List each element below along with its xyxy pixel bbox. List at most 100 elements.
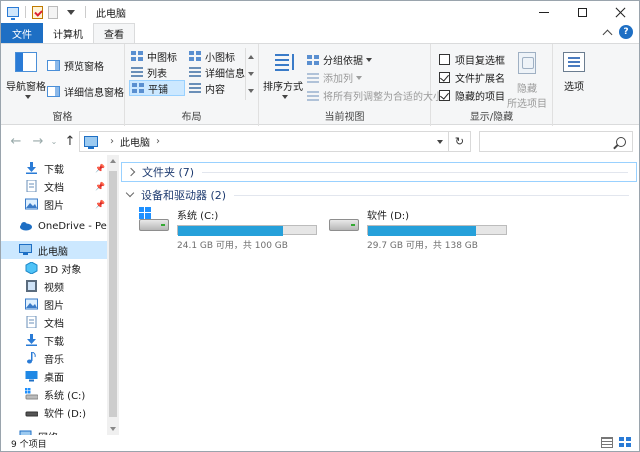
options-icon xyxy=(563,52,585,72)
options-label: 选项 xyxy=(564,82,584,93)
nav-item-label: 此电脑 xyxy=(38,246,68,258)
add-column-button[interactable]: 添加列 xyxy=(307,70,362,85)
nav-pane-scrollbar[interactable] xyxy=(107,155,119,435)
nav-item-this-pc[interactable]: 此电脑 xyxy=(1,241,107,259)
drive-tile-c[interactable]: 系统 (C:) 24.1 GB 可用，共 100 GB xyxy=(137,207,317,251)
layout-gallery-scroll[interactable] xyxy=(245,48,255,100)
minimize-button[interactable] xyxy=(525,1,563,23)
nav-item-pictures-pc[interactable]: 图片 xyxy=(1,295,107,313)
layout-medium-icons[interactable]: 中图标 xyxy=(129,48,179,64)
search-box[interactable] xyxy=(479,131,633,152)
hide-selected-button[interactable]: 隐藏 所选项目 xyxy=(507,52,547,110)
title-bar: 此电脑 xyxy=(1,1,639,23)
address-history-button[interactable] xyxy=(428,132,448,151)
chevron-down-icon xyxy=(356,75,362,80)
layout-tiles[interactable]: 平铺 xyxy=(129,80,185,96)
nav-pane-button[interactable]: 导航窗格 xyxy=(6,52,46,99)
item-count: 9 个项目 xyxy=(11,439,47,450)
nav-item-music[interactable]: 音乐 xyxy=(1,349,107,367)
ribbon-tabs: 文件 计算机 查看 ? xyxy=(1,23,639,43)
windows-logo-icon xyxy=(139,207,151,219)
tab-computer[interactable]: 计算机 xyxy=(43,23,93,43)
file-extensions-toggle[interactable]: 文件扩展名 xyxy=(439,70,505,85)
group-by-button[interactable]: 分组依据 xyxy=(307,52,372,67)
breadcrumb-separator[interactable]: › xyxy=(156,136,160,147)
layout-item-label: 中图标 xyxy=(147,52,177,64)
item-checkboxes-toggle[interactable]: 项目复选框 xyxy=(439,52,505,67)
help-icon[interactable]: ? xyxy=(619,25,633,39)
pin-icon[interactable]: 📌 xyxy=(95,182,105,191)
scroll-up-icon xyxy=(247,54,254,59)
close-icon xyxy=(615,7,626,18)
scroll-down-icon[interactable] xyxy=(110,427,116,431)
group-caption: 显示/隐藏 xyxy=(469,112,514,123)
layout-details[interactable]: 详细信息 xyxy=(187,64,247,80)
breadcrumb-separator[interactable]: › xyxy=(110,136,114,147)
nav-item-documents-pc[interactable]: 文档 xyxy=(1,313,107,331)
address-bar[interactable]: › 此电脑 › ↻ xyxy=(79,131,471,152)
file-extensions-label: 文件扩展名 xyxy=(455,74,505,85)
add-column-label: 添加列 xyxy=(323,74,353,85)
drive-d-icon xyxy=(25,406,39,418)
properties-icon[interactable] xyxy=(32,5,43,19)
new-folder-icon[interactable] xyxy=(48,5,58,19)
chevron-down-icon xyxy=(24,95,31,99)
scroll-up-icon[interactable] xyxy=(110,159,116,163)
nav-item-network[interactable]: 网络 xyxy=(1,427,107,435)
nav-item-3d-objects[interactable]: 3D 对象 xyxy=(1,259,107,277)
nav-item-documents[interactable]: 文档 📌 xyxy=(1,177,107,195)
sort-by-button[interactable]: 排序方式 xyxy=(263,52,303,99)
breadcrumb-this-pc[interactable]: 此电脑 xyxy=(120,134,150,149)
drives-section-header[interactable]: 设备和驱动器 (2) xyxy=(121,185,637,205)
tab-view[interactable]: 查看 xyxy=(93,23,135,43)
drive-c-icon xyxy=(25,388,39,400)
details-pane-button[interactable]: 详细信息窗格 xyxy=(47,84,124,99)
nav-item-drive-c[interactable]: 系统 (C:) xyxy=(1,385,107,403)
up-button[interactable]: ↑ xyxy=(59,130,81,152)
nav-item-downloads[interactable]: 下载 📌 xyxy=(1,159,107,177)
folders-section-header[interactable]: 文件夹 (7) xyxy=(121,162,637,182)
this-pc-icon xyxy=(84,136,98,149)
options-button[interactable]: 选项 xyxy=(557,52,591,93)
section-title: 文件夹 (7) xyxy=(142,166,195,179)
nav-item-label: 文档 xyxy=(44,318,64,330)
nav-item-label: 软件 (D:) xyxy=(44,408,87,420)
close-button[interactable] xyxy=(601,1,639,23)
refresh-button[interactable]: ↻ xyxy=(448,132,470,151)
nav-item-label: 文档 xyxy=(44,182,64,194)
back-button[interactable]: ← xyxy=(5,130,27,152)
nav-item-videos[interactable]: 视频 xyxy=(1,277,107,295)
group-by-icon xyxy=(307,54,319,65)
nav-item-drive-d[interactable]: 软件 (D:) xyxy=(1,403,107,421)
nav-item-downloads-pc[interactable]: 下载 xyxy=(1,331,107,349)
customize-quick-access-icon[interactable] xyxy=(67,9,75,15)
forward-button[interactable]: → xyxy=(27,130,49,152)
tiles-icon xyxy=(132,83,144,93)
status-bar: 9 个项目 xyxy=(1,435,639,451)
details-view-icon[interactable] xyxy=(601,437,613,448)
layout-list[interactable]: 列表 xyxy=(129,64,169,80)
address-row: ← → ⌄ ↑ › 此电脑 › ↻ xyxy=(1,127,639,155)
scrollbar-thumb[interactable] xyxy=(109,171,117,417)
pin-icon[interactable]: 📌 xyxy=(95,200,105,209)
collapse-ribbon-icon[interactable] xyxy=(602,29,613,39)
drive-tile-d[interactable]: 软件 (D:) 29.7 GB 可用，共 138 GB xyxy=(327,207,507,251)
pin-icon[interactable]: 📌 xyxy=(95,164,105,173)
maximize-button[interactable] xyxy=(563,1,601,23)
nav-item-onedrive[interactable]: OneDrive - Perso xyxy=(1,217,119,235)
fit-columns-button[interactable]: 将所有列调整为合适的大小 xyxy=(307,88,443,103)
hidden-items-toggle[interactable]: 隐藏的项目 xyxy=(439,88,505,103)
preview-pane-button[interactable]: 预览窗格 xyxy=(47,58,104,73)
nav-item-desktop[interactable]: 桌面 xyxy=(1,367,107,385)
tab-file[interactable]: 文件 xyxy=(1,23,43,43)
layout-item-label: 小图标 xyxy=(205,52,235,64)
layout-content[interactable]: 内容 xyxy=(187,80,227,96)
fit-columns-label: 将所有列调整为合适的大小 xyxy=(323,92,443,103)
nav-item-pictures[interactable]: 图片 📌 xyxy=(1,195,107,213)
document-icon xyxy=(25,315,38,329)
recent-locations-button[interactable]: ⌄ xyxy=(49,130,59,152)
layout-small-icons[interactable]: 小图标 xyxy=(187,48,237,64)
large-icons-view-icon[interactable] xyxy=(619,437,631,448)
chevron-down-icon xyxy=(281,95,288,99)
add-column-icon xyxy=(307,72,319,83)
